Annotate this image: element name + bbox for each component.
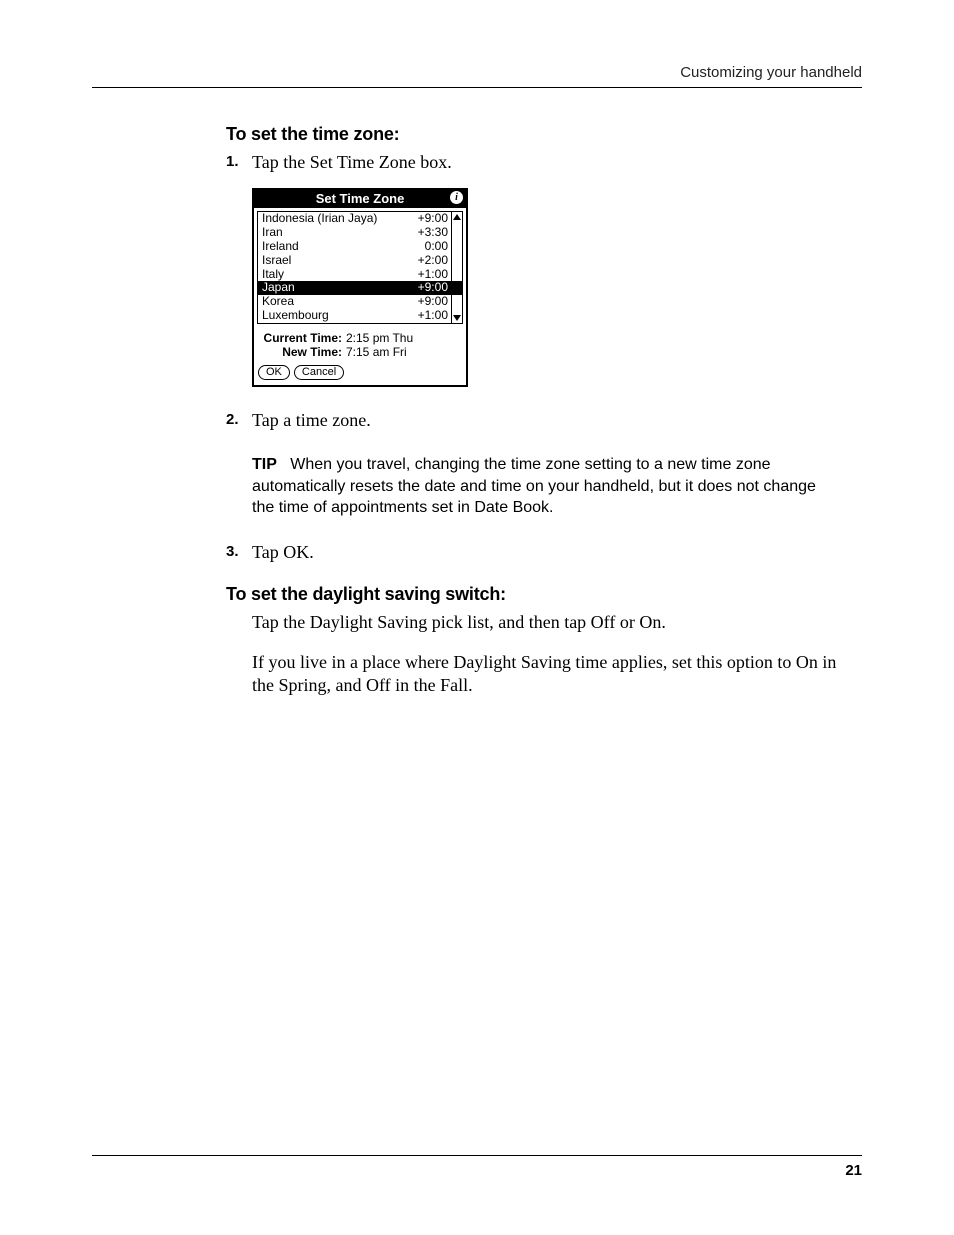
palm-button-row: OK Cancel bbox=[254, 362, 466, 385]
tip-label: TIP bbox=[252, 456, 277, 473]
tip-paragraph: TIP When you travel, changing the time z… bbox=[252, 454, 842, 519]
timezone-row[interactable]: Korea +9:00 bbox=[258, 295, 462, 309]
timezone-offset: +1:00 bbox=[418, 309, 448, 323]
timezone-row[interactable]: Israel +2:00 bbox=[258, 254, 462, 268]
timezone-offset: +9:00 bbox=[418, 281, 448, 295]
palm-title-text: Set Time Zone bbox=[316, 191, 405, 206]
cancel-button[interactable]: Cancel bbox=[294, 365, 344, 380]
embedded-screenshot: Set Time Zone i Indonesia (Irian Jaya) +9… bbox=[252, 188, 842, 386]
step-2: 2. Tap a time zone. bbox=[226, 409, 842, 432]
timezone-name: Ireland bbox=[262, 240, 299, 254]
timezone-offset: +9:00 bbox=[418, 295, 448, 309]
timezone-name: Korea bbox=[262, 295, 294, 309]
heading-set-dst: To set the daylight saving switch: bbox=[226, 584, 842, 605]
content-column: To set the time zone: 1. Tap the Set Tim… bbox=[226, 124, 842, 697]
footer-rule bbox=[92, 1155, 862, 1156]
header-rule bbox=[92, 87, 862, 88]
step-3: 3. Tap OK. bbox=[226, 541, 842, 564]
step-1: 1. Tap the Set Time Zone box. bbox=[226, 151, 842, 174]
page-number: 21 bbox=[92, 1162, 862, 1179]
timezone-row[interactable]: Indonesia (Irian Jaya) +9:00 bbox=[258, 212, 462, 226]
timezone-name: Indonesia (Irian Jaya) bbox=[262, 212, 377, 226]
body-paragraph: Tap the Daylight Saving pick list, and t… bbox=[252, 611, 842, 634]
scroll-up-icon[interactable] bbox=[453, 214, 461, 220]
scrollbar[interactable] bbox=[451, 212, 462, 322]
tip-body: When you travel, changing the time zone … bbox=[252, 456, 816, 516]
page-footer: 21 bbox=[92, 1155, 862, 1179]
heading-set-time-zone: To set the time zone: bbox=[226, 124, 842, 145]
timezone-row[interactable]: Luxembourg +1:00 bbox=[258, 309, 462, 323]
timezone-name: Japan bbox=[262, 281, 295, 295]
step-text: Tap a time zone. bbox=[252, 409, 371, 432]
step-number: 3. bbox=[226, 541, 252, 564]
timezone-row[interactable]: Ireland 0:00 bbox=[258, 240, 462, 254]
running-header: Customizing your handheld bbox=[92, 64, 862, 81]
page: Customizing your handheld To set the tim… bbox=[0, 0, 954, 1235]
info-icon[interactable]: i bbox=[450, 191, 463, 204]
timezone-row[interactable]: Japan +9:00 bbox=[258, 281, 462, 295]
timezone-offset: 0:00 bbox=[425, 240, 448, 254]
timezone-name: Italy bbox=[262, 268, 284, 282]
palm-time-readout: Current Time: 2:15 pm Thu New Time: 7:15… bbox=[254, 327, 466, 362]
step-text: Tap OK. bbox=[252, 541, 314, 564]
timezone-list[interactable]: Indonesia (Irian Jaya)+9:00Iran+3:30Irel… bbox=[257, 211, 463, 323]
body-paragraph: If you live in a place where Daylight Sa… bbox=[252, 651, 842, 698]
timezone-offset: +1:00 bbox=[418, 268, 448, 282]
step-text: Tap the Set Time Zone box. bbox=[252, 151, 452, 174]
timezone-offset: +2:00 bbox=[418, 254, 448, 268]
step-number: 1. bbox=[226, 151, 252, 174]
palm-dialog: Set Time Zone i Indonesia (Irian Jaya) +9… bbox=[252, 188, 468, 386]
palm-dialog-title: Set Time Zone i bbox=[254, 190, 466, 208]
current-time-label: Current Time: bbox=[258, 331, 346, 345]
step-number: 2. bbox=[226, 409, 252, 432]
scroll-down-icon[interactable] bbox=[453, 315, 461, 321]
timezone-name: Israel bbox=[262, 254, 291, 268]
new-time-label: New Time: bbox=[258, 345, 346, 359]
timezone-row[interactable]: Iran +3:30 bbox=[258, 226, 462, 240]
timezone-offset: +3:30 bbox=[418, 226, 448, 240]
timezone-row[interactable]: Italy +1:00 bbox=[258, 268, 462, 282]
current-time-value: 2:15 pm Thu bbox=[346, 331, 413, 345]
timezone-name: Iran bbox=[262, 226, 283, 240]
timezone-name: Luxembourg bbox=[262, 309, 329, 323]
ok-button[interactable]: OK bbox=[258, 365, 290, 380]
timezone-offset: +9:00 bbox=[418, 212, 448, 226]
new-time-value: 7:15 am Fri bbox=[346, 345, 407, 359]
